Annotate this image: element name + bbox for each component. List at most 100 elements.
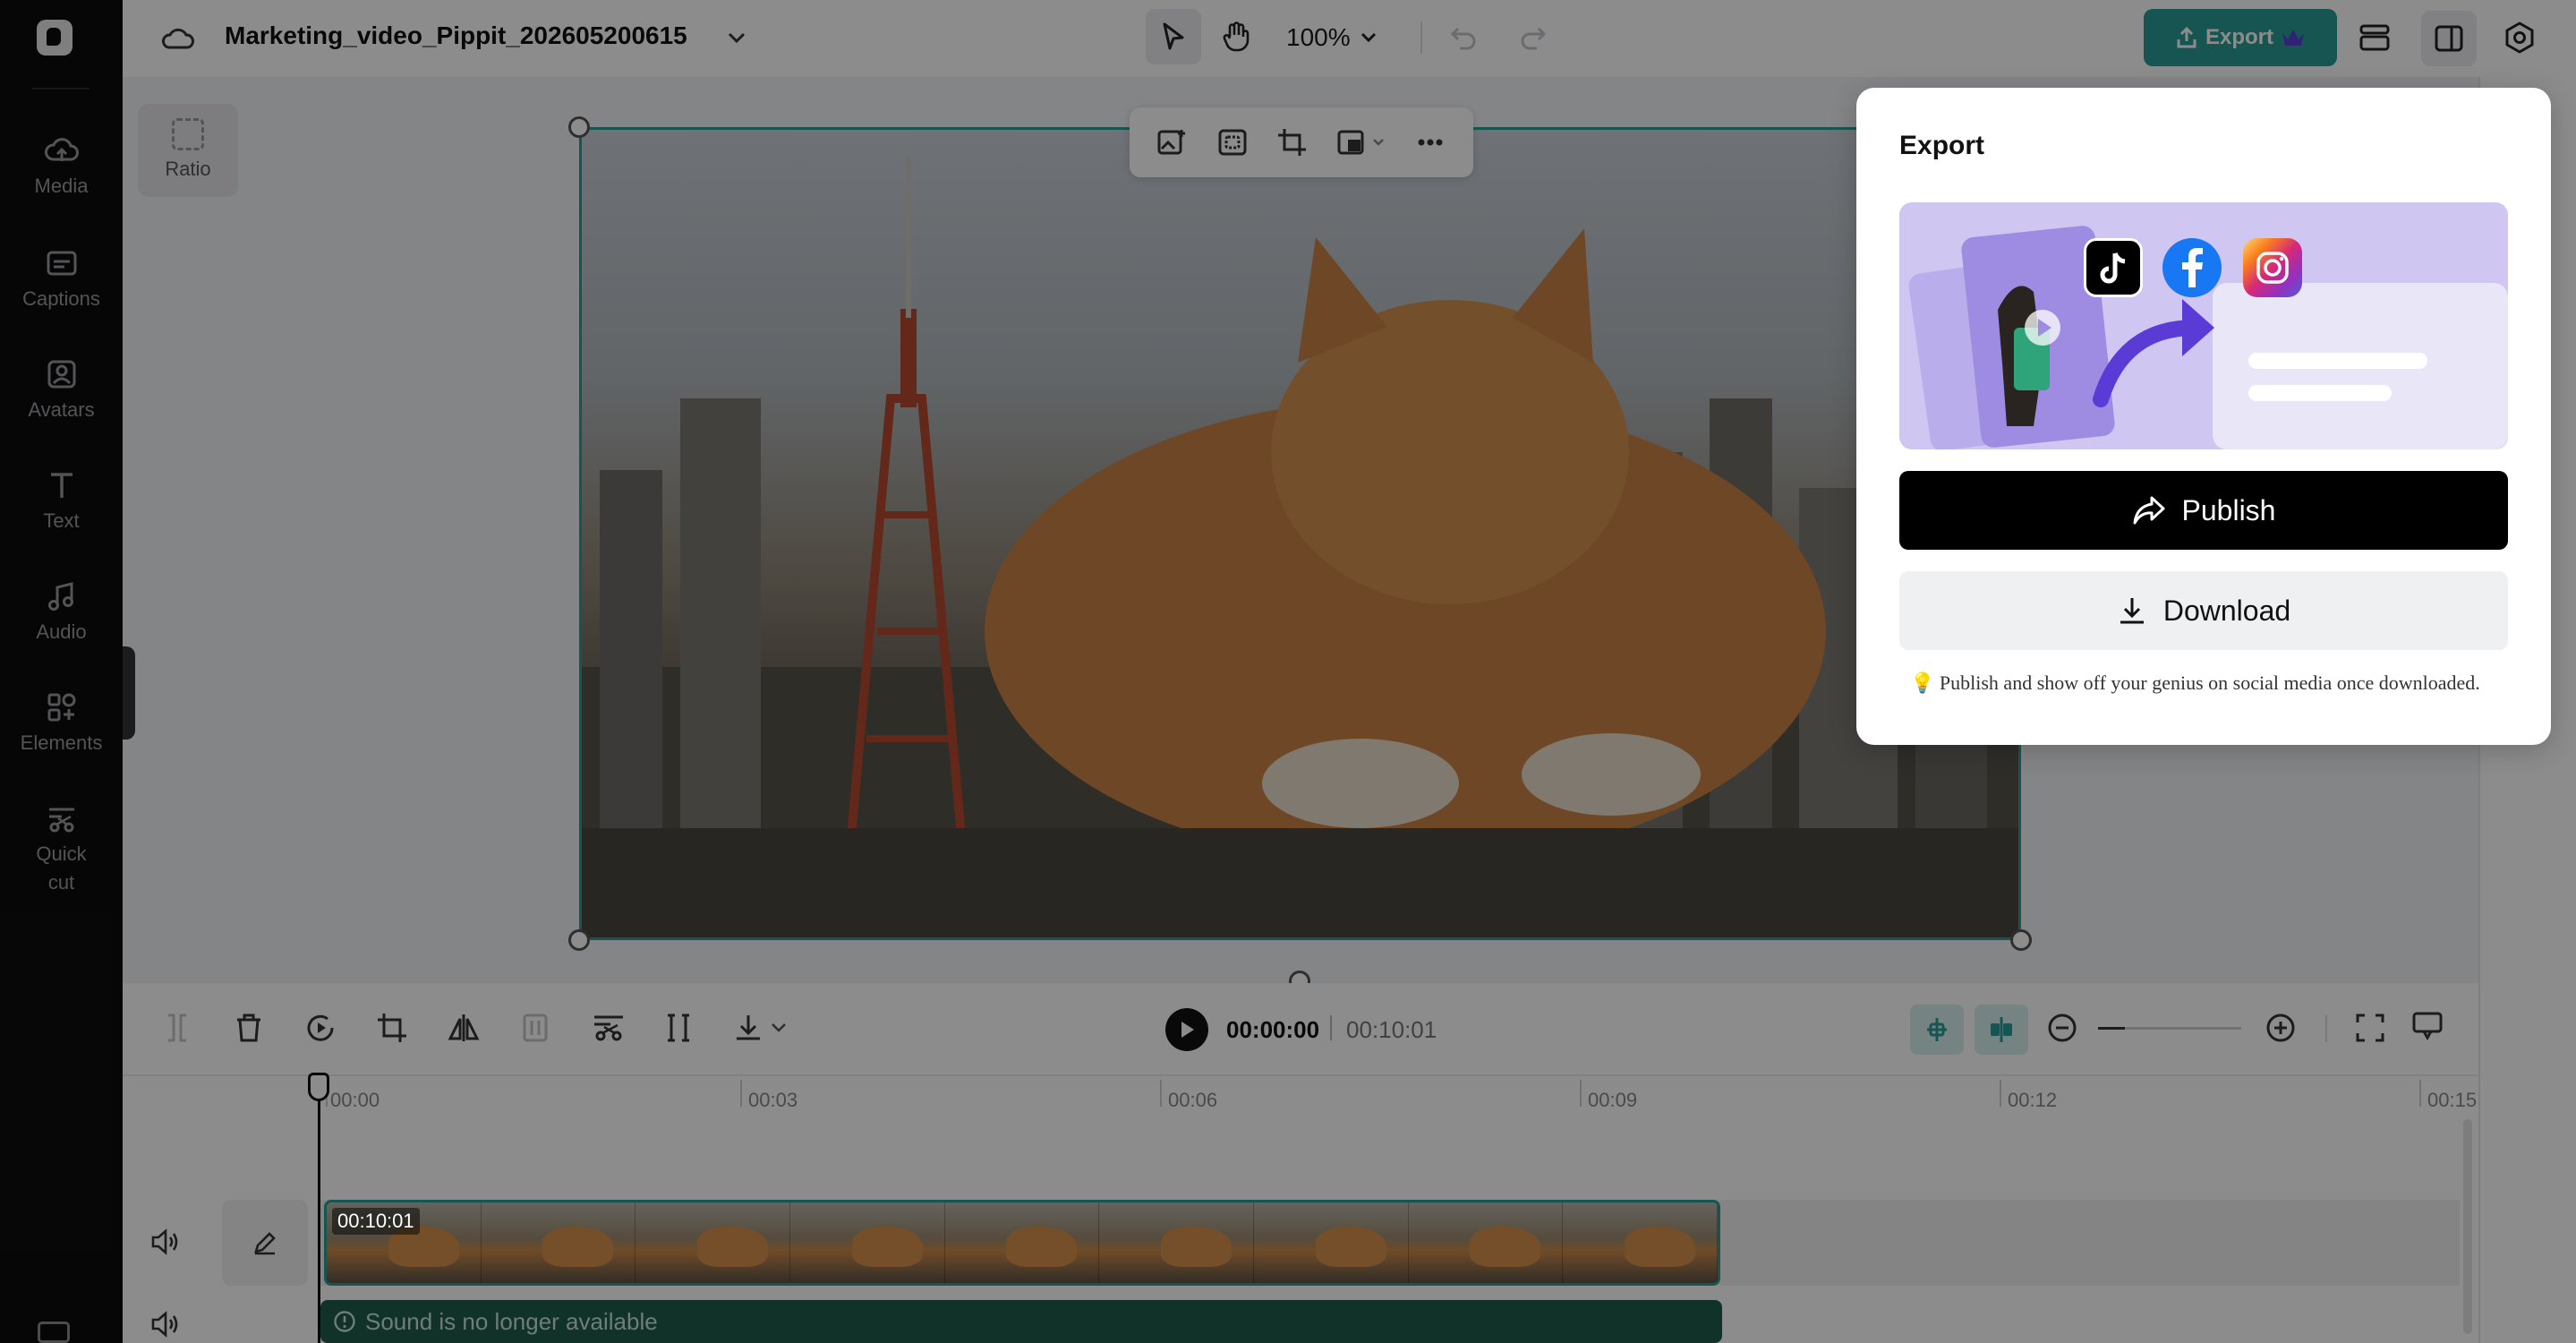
- resize-handle-bottom-left[interactable]: [568, 929, 590, 951]
- export-tip: 💡 Publish and show off your genius on so…: [1910, 672, 2519, 695]
- captions-icon: [47, 251, 76, 276]
- elements-icon: [47, 693, 75, 722]
- timeline-scrollbar[interactable]: [2463, 1119, 2472, 1334]
- publish-button[interactable]: Publish: [1899, 471, 2508, 550]
- chevron-down-icon[interactable]: [724, 25, 749, 50]
- pencil-icon: [254, 1232, 276, 1255]
- sidebar-item-quick-cut[interactable]: Quick cut: [0, 802, 123, 897]
- download-label: Download: [2162, 594, 2291, 627]
- download-dropdown[interactable]: [732, 1012, 788, 1044]
- app-logo[interactable]: [37, 20, 73, 56]
- redo-button[interactable]: [1515, 20, 1551, 56]
- resize-handle-top-left[interactable]: [568, 116, 590, 138]
- publish-label: Publish: [2181, 493, 2276, 526]
- ruler-label: 00:00: [330, 1089, 380, 1111]
- freeze-icon: [523, 1014, 548, 1042]
- current-time: 00:00:00: [1226, 1016, 1320, 1043]
- background-options-icon[interactable]: [1336, 127, 1386, 158]
- matting-icon[interactable]: [1216, 127, 1249, 158]
- select-tool-button[interactable]: [1146, 9, 1201, 64]
- download-icon: [2120, 598, 2144, 624]
- export-button[interactable]: Export: [2144, 9, 2337, 66]
- sidebar-item-text[interactable]: Text: [0, 469, 123, 535]
- music-note-icon: [47, 582, 73, 611]
- flip-button[interactable]: [448, 1012, 480, 1044]
- magnet-icon: [1927, 1018, 1947, 1041]
- hand-tool-button[interactable]: [1208, 9, 1264, 64]
- quick-cut-button[interactable]: [591, 1012, 627, 1044]
- video-clip[interactable]: 00:10:01: [324, 1200, 1720, 1286]
- ruler-tick: [1160, 1080, 1162, 1107]
- undo-button[interactable]: [1446, 20, 1481, 56]
- ruler-label: 00:09: [1588, 1089, 1638, 1111]
- export-popover: Export Publish Download 💡 Publish and sh…: [1856, 88, 2551, 745]
- share-icon: [2133, 496, 2165, 525]
- freeze-button[interactable]: [519, 1012, 551, 1044]
- toolbar-divider: [2325, 1015, 2327, 1042]
- track-mute-button[interactable]: [150, 1228, 181, 1255]
- avatar-icon: [47, 360, 75, 389]
- replay-button[interactable]: [304, 1012, 337, 1044]
- crop-icon[interactable]: [1276, 127, 1309, 158]
- fullscreen-button[interactable]: [2354, 1012, 2386, 1044]
- hand-icon: [1223, 21, 1250, 52]
- timeline-zoom-slider[interactable]: [2098, 1027, 2241, 1030]
- sidebar-item-label: Captions: [22, 287, 100, 310]
- audio-track-mute-button[interactable]: [150, 1311, 181, 1338]
- pointer-icon: [1163, 22, 1184, 50]
- split-button[interactable]: [161, 1012, 193, 1044]
- monitor-comment-icon: [2412, 1012, 2443, 1041]
- zoom-out-button[interactable]: [2046, 1012, 2078, 1044]
- export-label: Export: [2205, 25, 2273, 49]
- ruler-label: 00:03: [748, 1089, 798, 1111]
- panel-toggle-button[interactable]: [2421, 11, 2477, 66]
- chevron-down-icon: [772, 1023, 786, 1032]
- magnet-snap-button[interactable]: [1910, 1005, 1964, 1055]
- audio-clip[interactable]: Sound is no longer available: [320, 1300, 1722, 1343]
- sidebar-item-avatars[interactable]: Avatars: [0, 358, 123, 424]
- playhead-line: [318, 1074, 320, 1343]
- zoom-select[interactable]: 100%: [1286, 20, 1378, 56]
- clip-thumbnail: [1099, 1202, 1255, 1283]
- ruler-label: 00:06: [1168, 1089, 1218, 1111]
- export-title: Export: [1899, 131, 1985, 160]
- crown-icon: [2282, 30, 2304, 46]
- sidebar-item-audio[interactable]: Audio: [0, 580, 123, 646]
- stack-icon: [2359, 24, 2390, 51]
- sidebar-item-elements[interactable]: Elements: [0, 691, 123, 757]
- clip-thumbnail: [1254, 1202, 1409, 1283]
- trim-icon: [668, 1014, 689, 1042]
- cloud-sync-icon[interactable]: [160, 21, 196, 54]
- delete-button[interactable]: [233, 1012, 265, 1044]
- play-icon: [1181, 1022, 1194, 1038]
- ratio-button[interactable]: Ratio: [138, 104, 238, 197]
- sidebar-item-media[interactable]: Media: [0, 134, 123, 201]
- replace-image-icon[interactable]: [1156, 127, 1189, 158]
- layers-button[interactable]: [2355, 18, 2394, 57]
- resize-handle-bottom-right[interactable]: [2010, 929, 2032, 951]
- playhead-handle[interactable]: [308, 1073, 329, 1101]
- link-split-button[interactable]: [1975, 1005, 2028, 1055]
- export-icon: [2177, 26, 2196, 48]
- sidebar-divider: [32, 88, 90, 90]
- more-options-icon[interactable]: [1414, 127, 1446, 158]
- crop-button[interactable]: [376, 1012, 408, 1044]
- sidebar-collapse-handle[interactable]: [123, 646, 135, 740]
- settings-button[interactable]: [2498, 16, 2541, 59]
- zoom-in-button[interactable]: [2265, 1012, 2297, 1044]
- keyboard-icon[interactable]: [38, 1322, 70, 1343]
- trash-icon: [237, 1014, 260, 1042]
- flip-icon: [448, 1014, 480, 1041]
- panel-icon: [2435, 25, 2463, 52]
- project-title[interactable]: Marketing_video_Pippit_202605200615: [225, 21, 687, 50]
- ratio-icon: [172, 118, 204, 150]
- edit-cover-button[interactable]: [222, 1200, 308, 1286]
- text-icon: [50, 473, 73, 498]
- speaker-icon: [151, 1311, 178, 1338]
- caption-preview-button[interactable]: [2411, 1010, 2444, 1042]
- download-button[interactable]: Download: [1899, 571, 2508, 650]
- play-button[interactable]: [1165, 1008, 1208, 1051]
- video-preview[interactable]: [579, 127, 2021, 940]
- sidebar-item-captions[interactable]: Captions: [0, 247, 123, 313]
- trim-button[interactable]: [662, 1012, 695, 1044]
